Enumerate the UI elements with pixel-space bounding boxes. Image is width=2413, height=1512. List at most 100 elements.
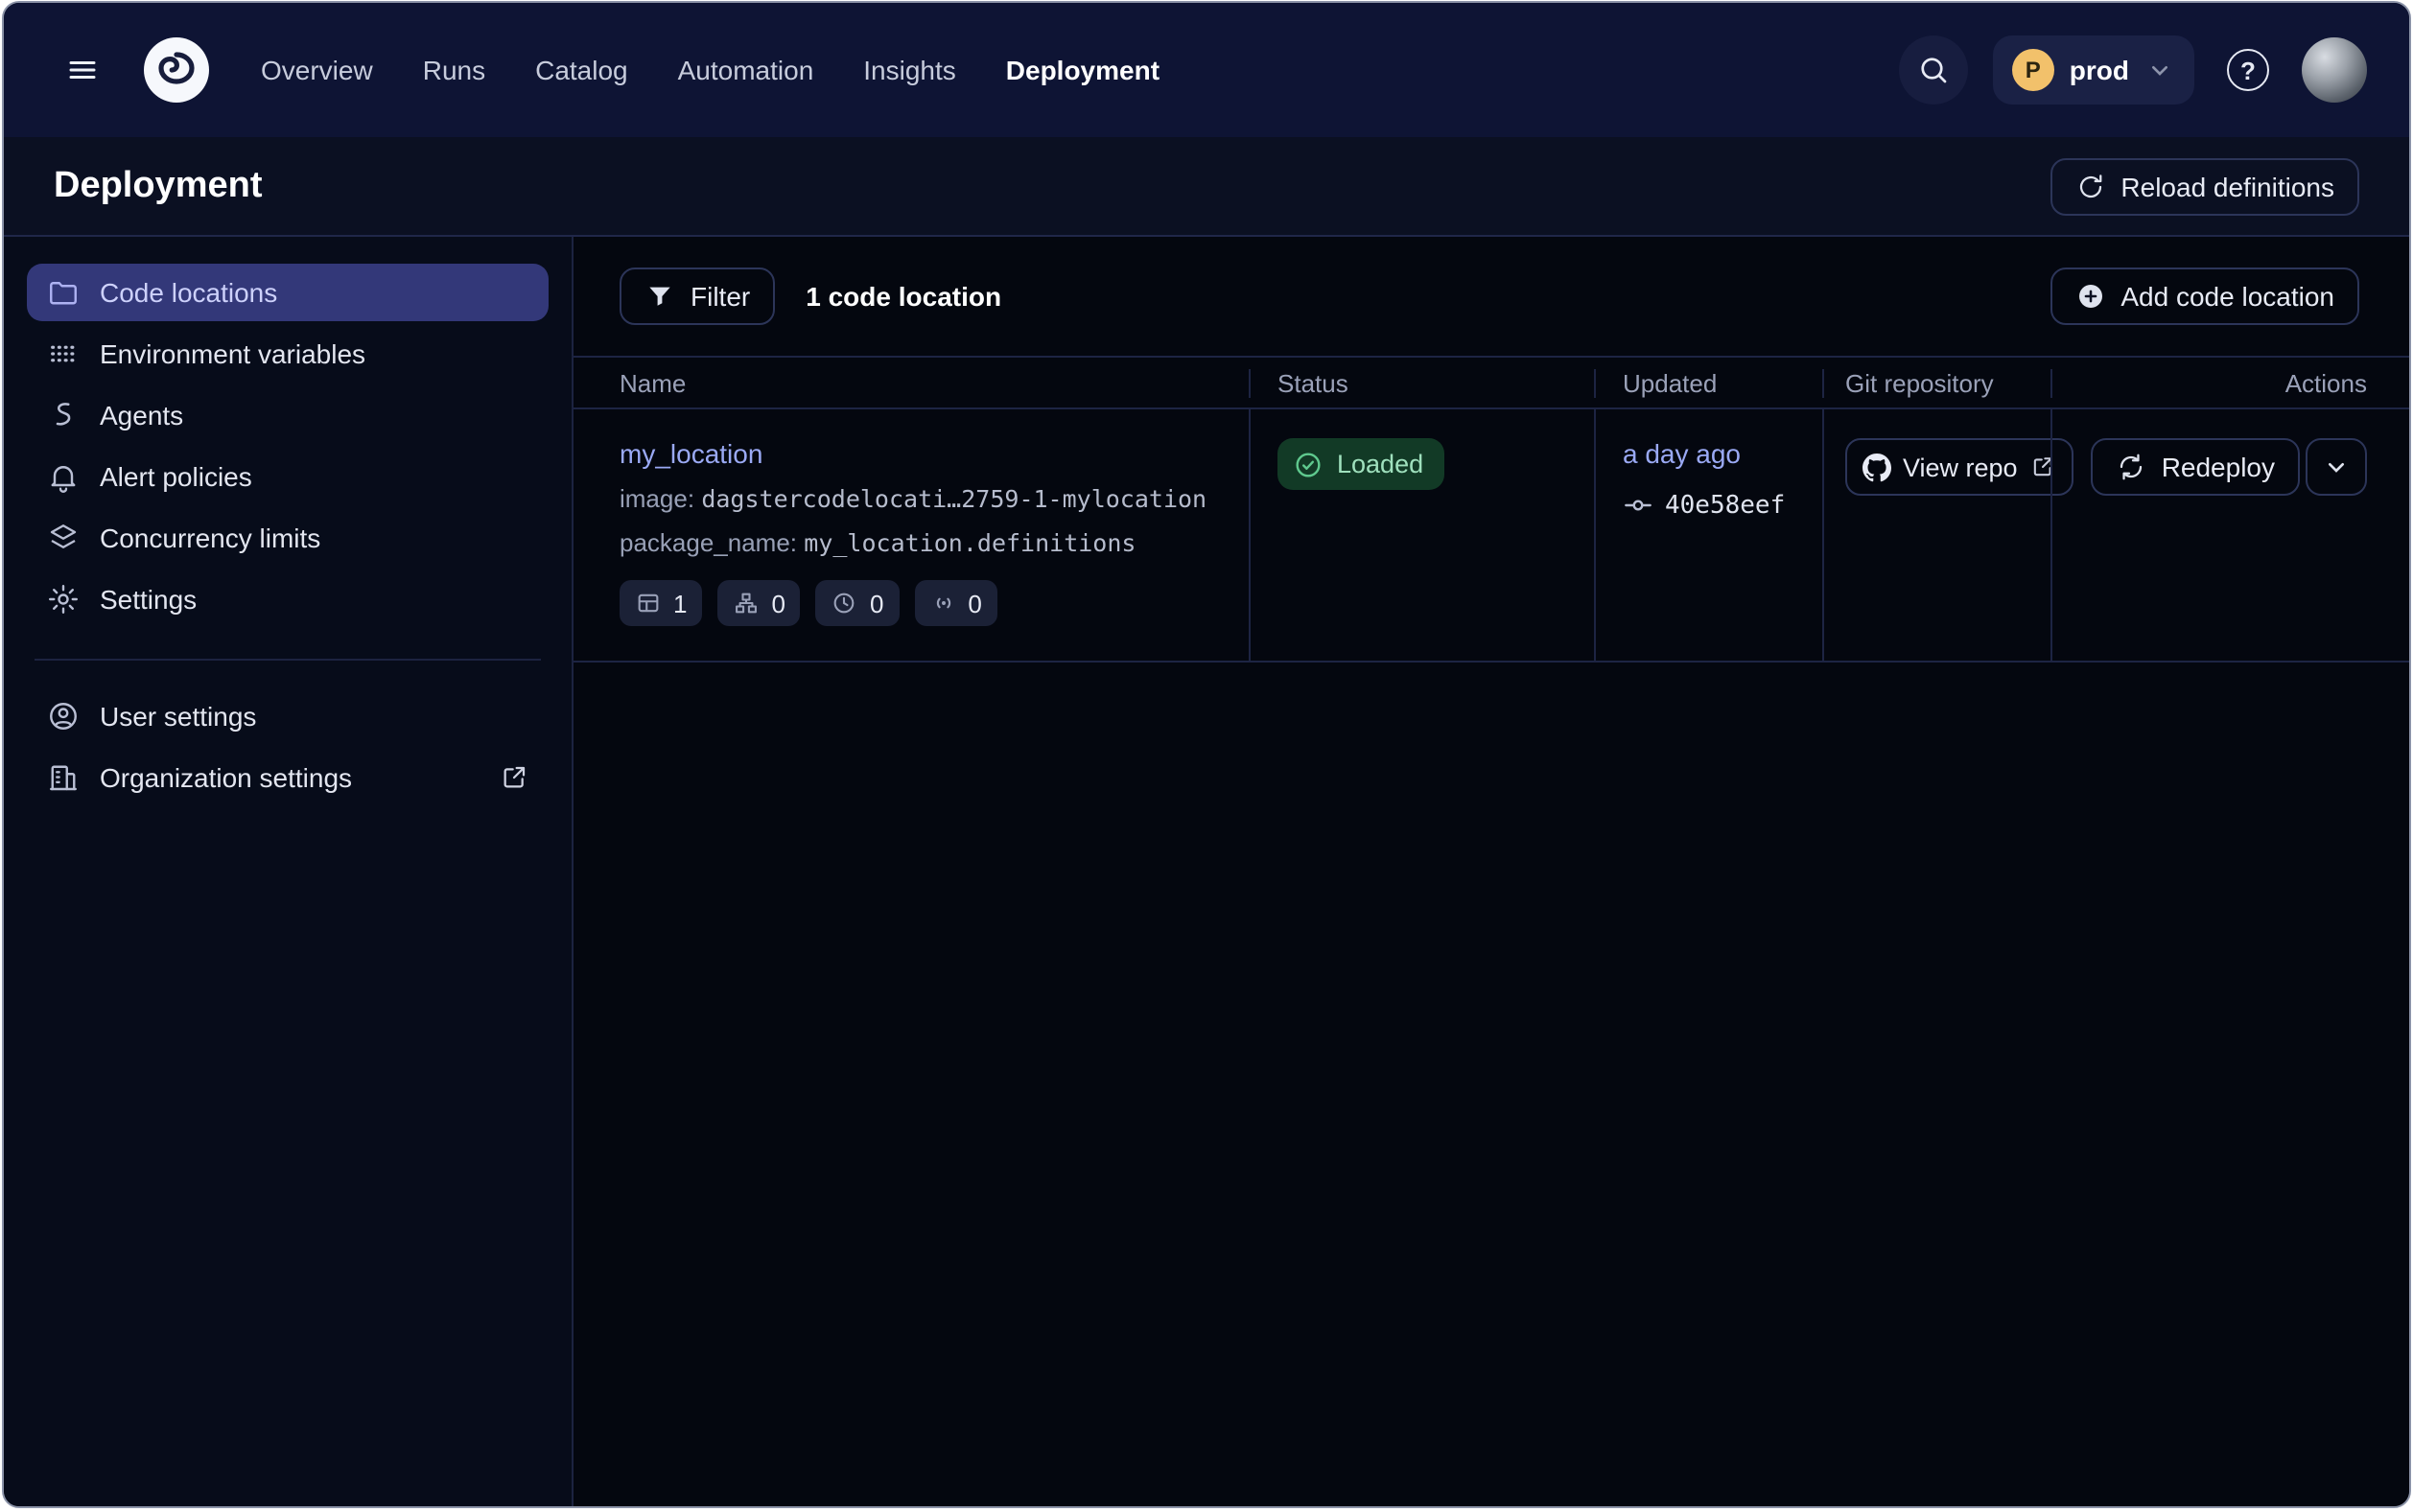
image-value: dagstercodelocati…2759-1-mylocation: [701, 484, 1206, 513]
sidebar-item-label: Environment variables: [100, 338, 365, 369]
filter-button[interactable]: Filter: [620, 268, 775, 325]
sensor-count-badge[interactable]: 0: [914, 580, 996, 626]
sidebar-item-label: Code locations: [100, 277, 277, 308]
search-button[interactable]: [1899, 35, 1968, 105]
redeploy-more-button[interactable]: [2306, 438, 2367, 496]
sidebar-divider: [35, 659, 541, 661]
graph-icon: [733, 590, 760, 616]
filter-icon: [644, 281, 675, 312]
code-locations-table: Name Status Updated Git repository Actio…: [574, 356, 2409, 663]
image-label: image:: [620, 484, 694, 513]
sidebar-item-code-locations[interactable]: Code locations: [27, 264, 549, 321]
sensor-icon: [929, 590, 956, 616]
nav-item-overview[interactable]: Overview: [261, 55, 373, 85]
github-icon: [1862, 453, 1891, 481]
image-line: image: dagstercodelocati…2759-1-mylocati…: [620, 484, 1249, 513]
count-badges: 1 0: [620, 580, 1249, 626]
plus-circle-icon: [2074, 281, 2105, 312]
code-location-count: 1 code location: [806, 281, 1001, 312]
nav-item-catalog[interactable]: Catalog: [535, 55, 628, 85]
nav-item-deployment[interactable]: Deployment: [1006, 55, 1160, 85]
help-icon: ?: [2227, 49, 2269, 91]
sidebar-item-concurrency-limits[interactable]: Concurrency limits: [27, 509, 549, 567]
job-count-badge[interactable]: 0: [717, 580, 800, 626]
bell-icon: [46, 459, 81, 494]
main-content: Filter 1 code location Add code location…: [574, 237, 2409, 1506]
updated-link[interactable]: a day ago: [1623, 438, 1741, 469]
badge-count: 0: [870, 589, 883, 617]
table-row: my_location image: dagstercodelocati…275…: [574, 409, 2409, 663]
check-circle-icon: [1293, 449, 1324, 479]
nav-item-automation[interactable]: Automation: [678, 55, 814, 85]
chevron-down-icon: [2144, 55, 2175, 85]
code-location-link[interactable]: my_location: [620, 438, 762, 469]
badge-count: 0: [771, 589, 785, 617]
search-icon: [1916, 53, 1951, 87]
hamburger-menu-icon[interactable]: [54, 41, 111, 99]
reload-definitions-label: Reload definitions: [2120, 171, 2334, 201]
sidebar-item-environment-variables[interactable]: Environment variables: [27, 325, 549, 383]
env-variables-icon: [46, 337, 81, 371]
commit-icon: [1623, 490, 1653, 521]
building-icon: [46, 760, 81, 795]
schedule-count-badge[interactable]: 0: [816, 580, 899, 626]
toolbar: Filter 1 code location Add code location: [574, 237, 2409, 325]
folder-icon: [46, 275, 81, 310]
reload-definitions-button[interactable]: Reload definitions: [2050, 157, 2359, 215]
package-value: my_location.definitions: [804, 528, 1136, 557]
clock-icon: [832, 590, 858, 616]
actions-cell: Redeploy: [2050, 409, 2409, 661]
view-repo-label: View repo: [1903, 453, 2018, 481]
status-label: Loaded: [1337, 450, 1423, 478]
sidebar-item-label: Concurrency limits: [100, 523, 320, 553]
nav-item-insights[interactable]: Insights: [863, 55, 956, 85]
nav-item-runs[interactable]: Runs: [423, 55, 485, 85]
sidebar-item-label: User settings: [100, 701, 256, 732]
primary-nav: Overview Runs Catalog Automation Insight…: [261, 55, 1160, 85]
add-code-location-label: Add code location: [2120, 281, 2334, 312]
redeploy-button[interactable]: Redeploy: [2091, 438, 2300, 496]
nav-right-cluster: P prod ?: [1899, 35, 2367, 105]
app-window: Overview Runs Catalog Automation Insight…: [2, 1, 2411, 1508]
help-button[interactable]: ?: [2219, 41, 2277, 99]
sidebar-item-agents[interactable]: Agents: [27, 386, 549, 444]
dagster-logo-icon[interactable]: [142, 35, 211, 105]
page-body: Code locations Environment variables Age…: [4, 237, 2409, 1506]
sidebar-item-settings[interactable]: Settings: [27, 570, 549, 628]
reload-icon: [2074, 171, 2105, 201]
git-repository-cell: View repo: [1822, 409, 2050, 661]
updated-cell: a day ago 40e58eef: [1594, 409, 1822, 661]
badge-count: 1: [673, 589, 687, 617]
gear-icon: [46, 582, 81, 616]
view-repo-button[interactable]: View repo: [1845, 438, 2073, 496]
actions-group: Redeploy: [2091, 438, 2367, 626]
package-line: package_name: my_location.definitions: [620, 528, 1249, 557]
column-header-name: Name: [574, 368, 1249, 397]
sidebar-item-label: Agents: [100, 400, 183, 430]
sidebar-item-alert-policies[interactable]: Alert policies: [27, 448, 549, 505]
user-avatar[interactable]: [2302, 37, 2367, 103]
deployment-initial-badge: P: [2012, 49, 2054, 91]
top-nav: Overview Runs Catalog Automation Insight…: [4, 3, 2409, 137]
commit-hash: 40e58eef: [1665, 491, 1785, 520]
commit-line: 40e58eef: [1623, 490, 1822, 521]
name-cell: my_location image: dagstercodelocati…275…: [574, 409, 1249, 661]
sidebar-item-organization-settings[interactable]: Organization settings: [27, 749, 549, 806]
grid-icon: [635, 590, 662, 616]
viewport: Overview Runs Catalog Automation Insight…: [0, 1, 2413, 1512]
asset-count-badge[interactable]: 1: [620, 580, 702, 626]
redeploy-label: Redeploy: [2162, 452, 2275, 482]
chevron-down-icon: [2321, 452, 2352, 482]
table-header-row: Name Status Updated Git repository Actio…: [574, 356, 2409, 409]
sidebar-item-label: Alert policies: [100, 461, 252, 492]
deployment-name: prod: [2070, 55, 2129, 85]
sidebar-item-label: Organization settings: [100, 762, 352, 793]
status-cell: Loaded: [1249, 409, 1594, 661]
sidebar-item-user-settings[interactable]: User settings: [27, 687, 549, 745]
add-code-location-button[interactable]: Add code location: [2050, 268, 2359, 325]
column-header-git-repository: Git repository: [1822, 368, 2050, 397]
page-title: Deployment: [54, 165, 263, 207]
deployment-switcher[interactable]: P prod: [1993, 35, 2194, 105]
layers-icon: [46, 521, 81, 555]
column-header-status: Status: [1249, 368, 1594, 397]
